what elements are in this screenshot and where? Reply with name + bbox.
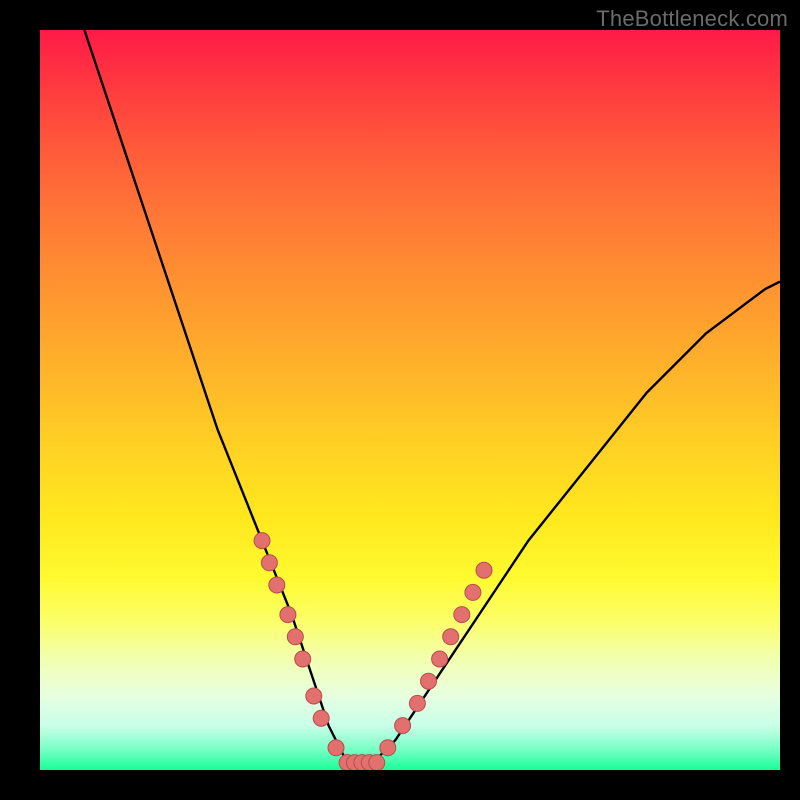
- curve-marker: [328, 740, 344, 756]
- chart-frame: TheBottleneck.com: [0, 0, 800, 800]
- curve-marker: [454, 607, 470, 623]
- curve-marker: [369, 755, 385, 770]
- curve-marker: [295, 651, 311, 667]
- curve-marker: [380, 740, 396, 756]
- bottleneck-curve-path: [84, 30, 780, 763]
- curve-marker: [421, 673, 437, 689]
- bottleneck-curve-svg: [40, 30, 780, 770]
- curve-marker: [432, 651, 448, 667]
- curve-marker: [287, 629, 303, 645]
- curve-marker: [443, 629, 459, 645]
- curve-marker: [306, 688, 322, 704]
- watermark-text: TheBottleneck.com: [596, 6, 788, 32]
- marker-layer: [254, 533, 492, 770]
- curve-marker: [280, 607, 296, 623]
- curve-marker: [409, 695, 425, 711]
- curve-marker: [395, 718, 411, 734]
- curve-marker: [261, 555, 277, 571]
- curve-marker: [476, 562, 492, 578]
- curve-marker: [465, 584, 481, 600]
- curve-marker: [269, 577, 285, 593]
- plot-area: [40, 30, 780, 770]
- curve-marker: [313, 710, 329, 726]
- curve-marker: [254, 533, 270, 549]
